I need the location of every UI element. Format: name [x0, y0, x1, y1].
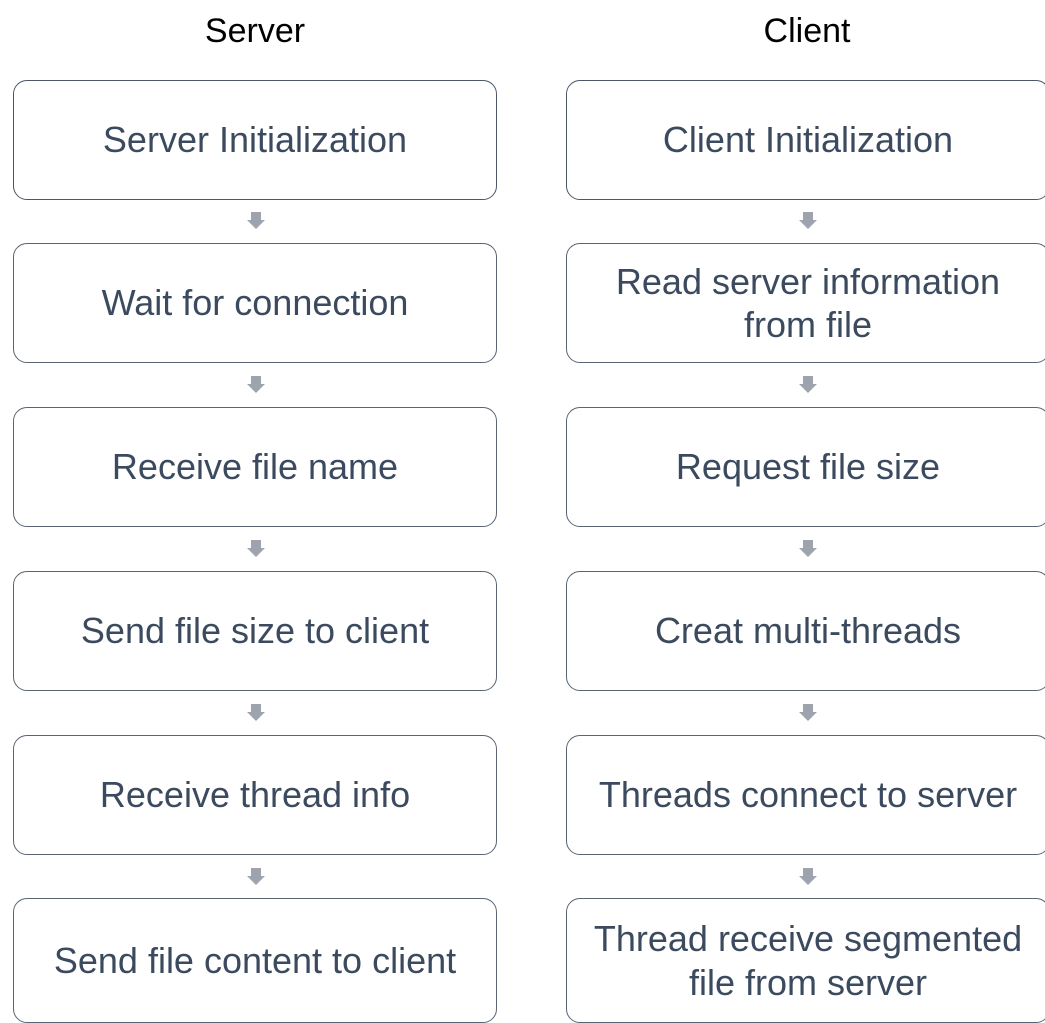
server-step-5: Receive thread info	[13, 735, 497, 855]
arrow-down-icon	[799, 540, 817, 558]
client-step-label: Threads connect to server	[598, 774, 1018, 816]
server-step-label: Send file size to client	[80, 610, 430, 652]
client-step-label: Read server information from file	[615, 260, 1001, 345]
server-step-label: Server Initialization	[102, 119, 408, 161]
client-column-title: Client	[763, 12, 851, 50]
client-step-6: Thread receive segmented file from serve…	[566, 898, 1045, 1023]
arrow-down-icon	[247, 212, 265, 230]
client-step-5: Threads connect to server	[566, 735, 1045, 855]
client-step-label: Creat multi-threads	[654, 610, 962, 652]
server-step-4: Send file size to client	[13, 571, 497, 691]
server-column-title: Server	[204, 12, 306, 50]
client-step-4: Creat multi-threads	[566, 571, 1045, 691]
server-step-label: Receive file name	[111, 446, 399, 488]
arrow-down-icon	[799, 868, 817, 886]
client-step-label: Thread receive segmented file from serve…	[593, 918, 1023, 1003]
arrow-down-icon	[799, 376, 817, 394]
arrow-down-icon	[247, 376, 265, 394]
arrow-down-icon	[247, 704, 265, 722]
server-step-2: Wait for connection	[13, 243, 497, 363]
arrow-down-icon	[247, 868, 265, 886]
client-step-3: Request file size	[566, 407, 1045, 527]
arrow-down-icon	[247, 540, 265, 558]
server-step-label: Wait for connection	[101, 282, 409, 324]
arrow-down-icon	[799, 212, 817, 230]
client-step-label: Client Initialization	[662, 119, 954, 161]
client-step-label: Request file size	[675, 446, 941, 488]
server-step-label: Receive thread info	[99, 774, 411, 816]
server-step-3: Receive file name	[13, 407, 497, 527]
server-step-label: Send file content to client	[53, 939, 457, 981]
client-step-2: Read server information from file	[566, 243, 1045, 363]
server-step-1: Server Initialization	[13, 80, 497, 200]
client-step-1: Client Initialization	[566, 80, 1045, 200]
arrow-down-icon	[799, 704, 817, 722]
server-step-6: Send file content to client	[13, 898, 497, 1023]
